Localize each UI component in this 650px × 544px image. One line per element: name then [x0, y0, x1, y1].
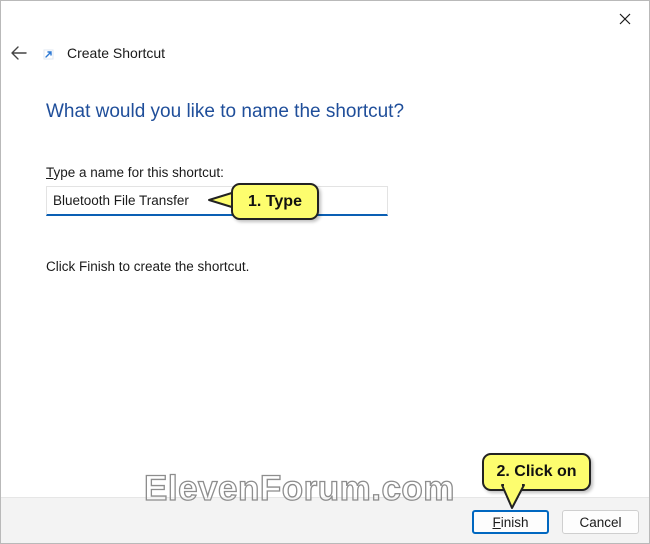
finish-label: inish [500, 514, 529, 530]
label-text: ype a name for this shortcut: [53, 165, 224, 180]
callout-step2-label: 2. Click on [482, 453, 591, 491]
create-shortcut-window: Create Shortcut What would you like to n… [0, 0, 650, 544]
shortcut-name-label: Type a name for this shortcut: [46, 165, 224, 180]
back-button[interactable] [7, 41, 31, 65]
label-access-key: T [46, 165, 54, 180]
close-icon [619, 13, 631, 25]
cancel-button[interactable]: Cancel [562, 510, 639, 534]
window-title: Create Shortcut [67, 45, 166, 61]
button-bar: Finish Cancel [1, 497, 649, 543]
back-arrow-icon [11, 46, 27, 60]
close-button[interactable] [611, 7, 639, 31]
shortcut-arrow-icon [42, 47, 56, 61]
shortcut-name-input[interactable] [46, 186, 388, 216]
finish-access-key: F [492, 514, 501, 530]
finish-button[interactable]: Finish [472, 510, 549, 534]
wizard-header: Create Shortcut [1, 37, 649, 69]
page-heading: What would you like to name the shortcut… [46, 101, 405, 122]
instruction-text: Click Finish to create the shortcut. [46, 259, 250, 274]
